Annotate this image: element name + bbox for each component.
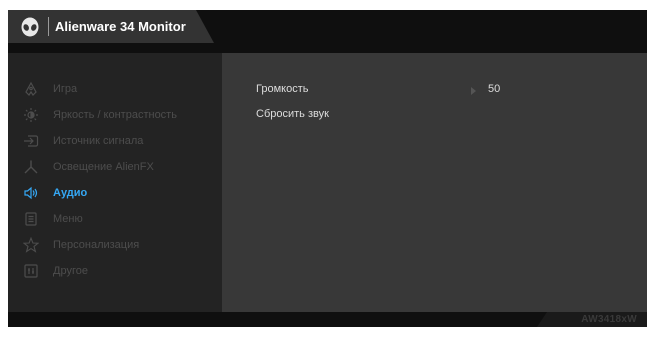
brightness-icon <box>23 107 39 123</box>
alienfx-icon <box>23 159 39 175</box>
sidebar-item-label: Аудио <box>53 187 88 199</box>
footer-model-tab: AW3418xW <box>537 312 647 327</box>
model-name: AW3418xW <box>581 314 637 325</box>
volume-setting[interactable]: Громкость 50 <box>222 81 647 101</box>
input-source-icon <box>23 133 39 149</box>
sidebar-item-label: Освещение AlienFX <box>53 161 154 173</box>
sidebar-item-label: Другое <box>53 265 88 277</box>
sidebar-item-other[interactable]: Другое <box>8 262 222 282</box>
header-bar: Alienware 34 Monitor <box>8 10 647 43</box>
header-title-tab: Alienware 34 Monitor <box>8 10 214 43</box>
reset-audio-label: Сбросить звук <box>256 108 329 120</box>
sidebar-item-menu[interactable]: Меню <box>8 210 222 230</box>
sidebar-item-personalize[interactable]: Персонализация <box>8 236 222 256</box>
sidebar-item-game[interactable]: Игра <box>8 80 222 100</box>
star-icon <box>23 237 39 253</box>
footer-bar: AW3418xW <box>8 312 647 327</box>
volume-value: 50 <box>488 83 501 95</box>
gamepad-icon <box>23 81 39 97</box>
osd-window: Alienware 34 Monitor Игра Яркость / конт… <box>8 10 647 327</box>
sidebar-item-alienfx-lighting[interactable]: Освещение AlienFX <box>8 158 222 178</box>
sidebar: Игра Яркость / контрастность Источник си… <box>8 53 222 312</box>
title-divider <box>48 17 49 36</box>
sidebar-item-label: Персонализация <box>53 239 140 251</box>
sidebar-item-label: Игра <box>53 83 78 95</box>
settings-panel: Громкость 50 Сбросить звук <box>222 53 647 312</box>
speaker-icon <box>23 185 39 201</box>
monitor-title: Alienware 34 Monitor <box>55 19 186 34</box>
sidebar-item-label: Меню <box>53 213 83 225</box>
alien-head-icon <box>21 17 39 37</box>
sidebar-item-input-source[interactable]: Источник сигнала <box>8 132 222 152</box>
reset-audio-setting[interactable]: Сбросить звук <box>222 106 647 126</box>
other-icon <box>23 263 39 279</box>
sidebar-item-label: Источник сигнала <box>53 135 144 147</box>
sidebar-item-label: Яркость / контрастность <box>53 109 177 121</box>
sidebar-item-brightness-contrast[interactable]: Яркость / контрастность <box>8 106 222 126</box>
menu-icon <box>23 211 39 227</box>
header-gap <box>8 43 647 53</box>
arrow-right-icon <box>471 87 476 95</box>
volume-label: Громкость <box>256 83 309 95</box>
sidebar-item-audio[interactable]: Аудио <box>8 184 222 204</box>
